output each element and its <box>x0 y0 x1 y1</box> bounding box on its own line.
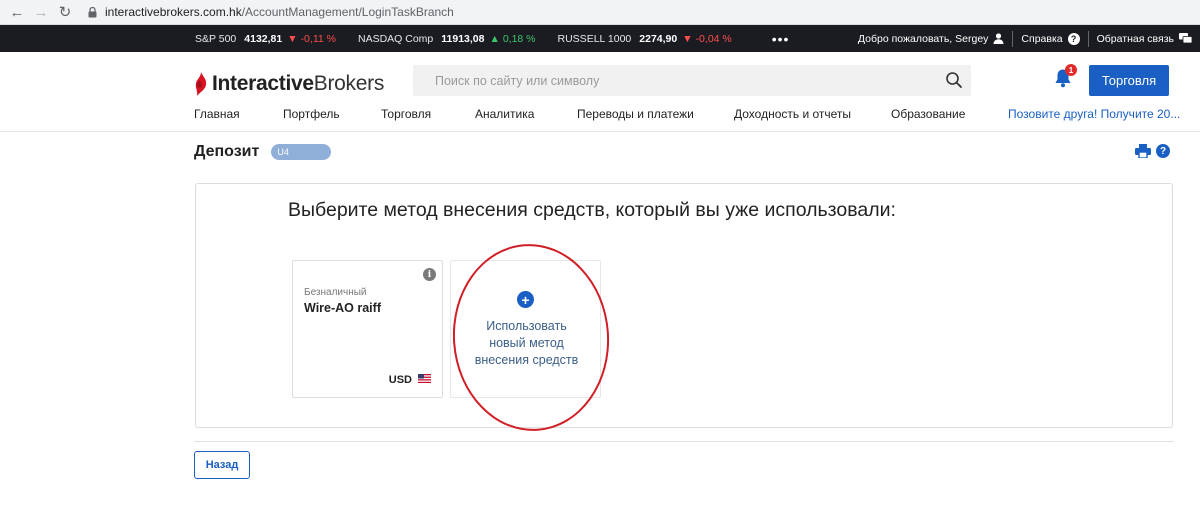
currency-code: USD <box>388 374 412 386</box>
ticker-bar: S&P 500 4132,81 ▼ -0,11 % NASDAQ Comp 11… <box>0 25 1200 52</box>
ticker-value: 4132,81 <box>244 32 283 45</box>
welcome-text: Добро пожаловать, Sergey <box>857 32 989 45</box>
saved-method-card[interactable]: i Безналичный Wire-AO raiff USD <box>292 260 443 398</box>
refer-friend-link[interactable]: Позовите друга! Получите 20... <box>1008 107 1180 121</box>
account-id-badge: U4 <box>271 144 332 160</box>
menu-item-education[interactable]: Образование <box>891 107 965 121</box>
site-search <box>413 65 971 96</box>
ib-flame-icon <box>194 72 208 96</box>
feedback-link[interactable]: Обратная связь <box>1089 25 1200 52</box>
ticker-name: S&P 500 <box>195 32 237 45</box>
triangle-down-icon: ▼ <box>287 32 298 45</box>
triangle-up-icon: ▲ <box>489 32 500 45</box>
plus-icon: + <box>517 291 534 308</box>
page-actions: ? <box>1135 144 1170 158</box>
url-domain: interactivebrokers.com.hk <box>105 5 242 19</box>
notification-badge: 1 <box>1065 64 1077 76</box>
method-type: Безналичный <box>304 287 367 298</box>
menu-item-trading[interactable]: Торговля <box>381 107 431 121</box>
ticker-change: 0,18 % <box>502 32 536 45</box>
ticker-item[interactable]: NASDAQ Comp 11913,08 ▲ 0,18 % <box>358 33 536 45</box>
feedback-text: Обратная связь <box>1096 32 1174 45</box>
ticker-change: -0,04 % <box>695 32 732 45</box>
search-icon[interactable] <box>945 71 963 94</box>
user-icon <box>993 33 1004 44</box>
menu-item-reports[interactable]: Доходность и отчеты <box>734 107 851 121</box>
menu-item-home[interactable]: Главная <box>194 107 240 121</box>
menu-item-portfolio[interactable]: Портфель <box>283 107 340 121</box>
chat-icon <box>1179 33 1192 44</box>
ticker-list: S&P 500 4132,81 ▼ -0,11 % NASDAQ Comp 11… <box>195 31 789 47</box>
help-text: Справка <box>1021 32 1063 45</box>
method-currency: USD <box>389 374 431 386</box>
notifications-button[interactable]: 1 <box>1054 64 1077 93</box>
ticker-value: 2274,90 <box>639 32 678 45</box>
help-icon[interactable]: ? <box>1156 144 1170 158</box>
back-arrow-icon[interactable]: ← <box>8 3 26 21</box>
new-method-label: Использовать новый метод внесения средст… <box>451 318 602 369</box>
ticker-name: RUSSELL 1000 <box>557 32 632 45</box>
page-title-row: Депозит U4 <box>194 143 332 161</box>
printer-icon[interactable] <box>1135 144 1151 158</box>
menu-item-transfers[interactable]: Переводы и платежи <box>577 107 694 121</box>
new-method-line: Использовать <box>486 319 567 333</box>
triangle-down-icon: ▼ <box>682 32 693 45</box>
new-method-card[interactable]: + Использовать новый метод внесения сред… <box>450 260 601 398</box>
url-path: /AccountManagement/LoginTaskBranch <box>241 5 454 19</box>
deposit-method-panel: Выберите метод внесения средств, который… <box>195 183 1173 428</box>
ticker-name: NASDAQ Comp <box>357 32 434 45</box>
method-name: Wire-AO raiff <box>304 301 381 315</box>
forward-arrow-icon[interactable]: → <box>32 3 50 21</box>
new-method-line: новый метод <box>489 336 564 350</box>
help-link[interactable]: Справка ? <box>1013 25 1087 52</box>
question-icon: ? <box>1067 32 1080 45</box>
ticker-item[interactable]: S&P 500 4132,81 ▼ -0,11 % <box>195 33 336 45</box>
logo-text-bold: Interactive <box>212 72 314 95</box>
us-flag-icon <box>418 374 431 386</box>
ticker-change: -0,11 % <box>300 32 336 45</box>
lock-icon <box>88 6 97 18</box>
trade-button[interactable]: Торговля <box>1089 65 1169 96</box>
account-links: Добро пожаловать, Sergey Справка ? Обрат… <box>850 25 1200 52</box>
back-button[interactable]: Назад <box>194 451 250 479</box>
browser-toolbar: ← → ↻ interactivebrokers.com.hk/AccountM… <box>0 0 1200 25</box>
logo-text-regular: Brokers <box>313 72 385 95</box>
ib-logo[interactable]: InteractiveBrokers <box>194 72 384 96</box>
address-bar[interactable]: interactivebrokers.com.hk/AccountManagem… <box>88 5 454 19</box>
info-icon[interactable]: i <box>423 268 436 281</box>
panel-heading: Выберите метод внесения средств, который… <box>288 199 896 221</box>
bell-icon <box>1054 69 1072 92</box>
more-tickers-button[interactable]: ••• <box>772 31 790 47</box>
welcome-user[interactable]: Добро пожаловать, Sergey <box>850 25 1013 52</box>
divider <box>194 441 1174 442</box>
main-menu: Главная Портфель Торговля Аналитика Пере… <box>0 107 1200 129</box>
site-header: InteractiveBrokers 1 Торговля Главная По… <box>0 52 1200 132</box>
menu-item-analytics[interactable]: Аналитика <box>475 107 534 121</box>
page-title: Депозит <box>194 143 260 160</box>
ticker-item[interactable]: RUSSELL 1000 2274,90 ▼ -0,04 % <box>558 33 732 45</box>
ticker-value: 11913,08 <box>441 32 485 45</box>
reload-icon[interactable]: ↻ <box>56 3 74 21</box>
search-input[interactable] <box>435 73 935 88</box>
new-method-line: внесения средств <box>474 353 579 367</box>
